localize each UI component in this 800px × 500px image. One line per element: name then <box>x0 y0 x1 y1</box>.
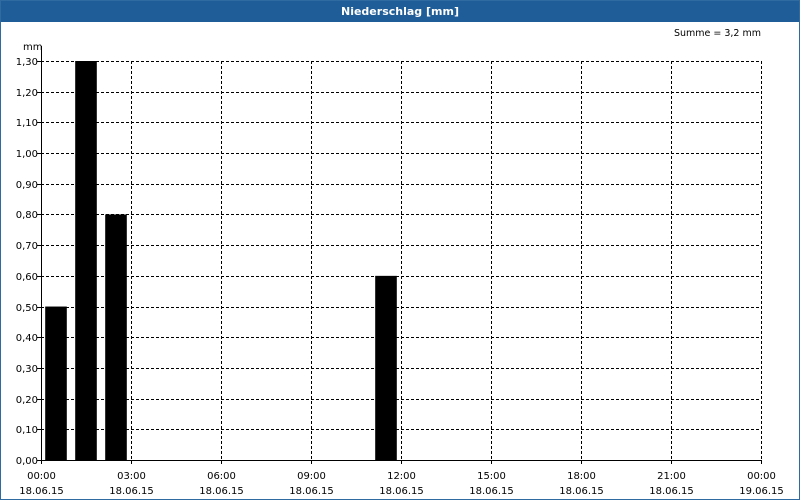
x-tick-date-label: 18.06.15 <box>469 486 514 497</box>
x-tick-time-label: 09:00 <box>297 471 326 482</box>
x-tick-time-label: 21:00 <box>657 471 686 482</box>
grid-lines <box>41 61 762 460</box>
x-tick-date-label: 18.06.15 <box>559 486 604 497</box>
y-tick-label: 1,10 <box>16 118 38 129</box>
y-tick-label: 0,70 <box>16 241 38 252</box>
y-tick-label: 1,20 <box>16 88 38 99</box>
bar-series <box>45 61 397 460</box>
x-tick-date-label: 18.06.15 <box>199 486 244 497</box>
x-tick-time-label: 15:00 <box>477 471 506 482</box>
y-tick-label: 0,90 <box>16 180 38 191</box>
x-tick-date-label: 19.06.15 <box>739 486 784 497</box>
x-tick-date-label: 18.06.15 <box>19 486 64 497</box>
y-tick-label: 0,40 <box>16 333 38 344</box>
x-tick-time-label: 18:00 <box>567 471 596 482</box>
y-tick-label: 0,10 <box>16 425 38 436</box>
y-tick-label: 0,30 <box>16 364 38 375</box>
precipitation-bar <box>75 61 97 460</box>
x-tick-time-label: 12:00 <box>387 471 416 482</box>
y-tick-label: 0,00 <box>16 456 38 467</box>
y-tick-label: 1,30 <box>16 57 38 68</box>
axes <box>37 46 762 464</box>
x-tick-date-label: 18.06.15 <box>649 486 694 497</box>
y-tick-label: 0,60 <box>16 272 38 283</box>
y-tick-label: 0,50 <box>16 303 38 314</box>
y-tick-label: 0,80 <box>16 210 38 221</box>
x-tick-labels: 00:00 18.06.15 03:00 18.06.15 06:00 18.06.15 0… <box>19 471 784 497</box>
x-tick-time-label: 03:00 <box>117 471 146 482</box>
precipitation-bar <box>375 275 397 460</box>
x-tick-date-label: 18.06.15 <box>109 486 154 497</box>
precipitation-chart: 0,00 0,10 0,20 0,30 0,40 0,50 0,60 0,70 0,80 0,90… <box>16 28 784 497</box>
x-tick-date-label: 18.06.15 <box>289 486 334 497</box>
y-axis-unit-label: mm <box>23 42 42 53</box>
x-tick-time-label: 00:00 <box>747 471 776 482</box>
precipitation-bar <box>105 214 127 460</box>
precipitation-bar <box>45 306 67 460</box>
y-tick-label: 0,20 <box>16 395 38 406</box>
sum-annotation: Summe = 3,2 mm <box>674 28 761 39</box>
y-tick-labels: 0,00 0,10 0,20 0,30 0,40 0,50 0,60 0,70 0,80 0,90… <box>16 57 38 467</box>
x-tick-time-label: 06:00 <box>207 471 236 482</box>
x-tick-time-label: 00:00 <box>27 471 56 482</box>
x-tick-date-label: 18.06.15 <box>379 486 424 497</box>
y-tick-label: 1,00 <box>16 149 38 160</box>
